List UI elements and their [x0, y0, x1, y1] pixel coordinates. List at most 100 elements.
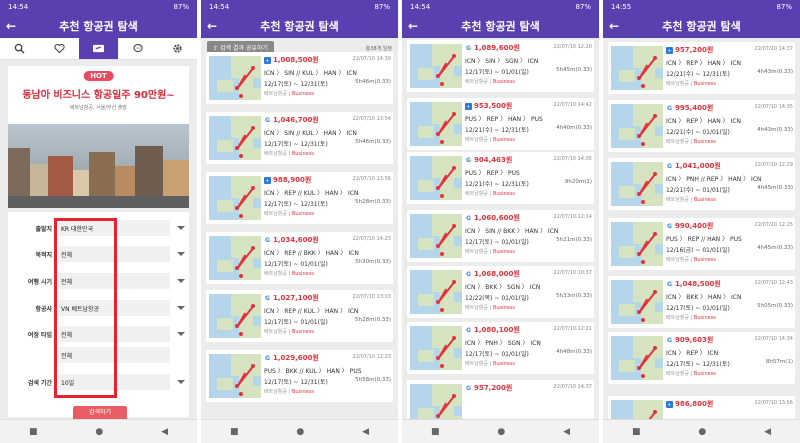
chevron-down-icon[interactable] [177, 380, 185, 384]
travel-dates: 12/21(수) ~ 01/01(일) [666, 187, 730, 194]
chevron-down-icon[interactable] [177, 279, 185, 283]
airline-row: 베트남항공 | Business [264, 150, 391, 157]
back-icon[interactable]: ← [408, 19, 422, 33]
back-icon[interactable]: ← [6, 19, 20, 33]
result-card[interactable]: ✈ 957,200원 22/07/10 14:37 ICN 〉 REP 〉 HAN 〉… [608, 42, 795, 94]
chevron-down-icon[interactable] [177, 332, 185, 336]
map-pin [637, 134, 641, 138]
google-logo-icon: G [667, 222, 672, 230]
card-info: G 957,200원 22/07/10 14:37 [465, 383, 592, 393]
result-card[interactable]: G 1,048,500원 22/07/10 12:43 ICN 〉 BKK 〉 HAN… [608, 276, 795, 328]
search-timestamp: 22/07/10 14:37 [754, 46, 793, 52]
result-card[interactable]: G 995,400원 22/07/10 14:35 ICN 〉 REP 〉 HAN 〉… [608, 100, 795, 152]
recent-apps-button[interactable]: ■ [431, 427, 440, 437]
recent-apps-button[interactable]: ■ [29, 427, 38, 437]
flight-duration: 5h46m(0.33) [355, 139, 391, 145]
card-info: G 1,029,600원 22/07/10 12:23 PUS 〉 BKK // KU… [264, 353, 391, 395]
airline-name: 베트남항공 [666, 315, 690, 321]
result-card[interactable]: ✈ 1,008,500원 22/07/10 14:39 ICN 〉 SIN // KU… [206, 52, 393, 104]
search-timestamp: 22/07/10 12:14 [553, 214, 592, 220]
travel-dates: 12/21(수) ~ 12/31(토) [666, 71, 730, 78]
home-button[interactable]: ● [95, 427, 103, 437]
status-time: 14:54 [410, 2, 431, 11]
map-land [446, 246, 462, 258]
map-land [619, 128, 635, 140]
page-title: 추천 항공권 탐색 [59, 19, 138, 33]
map-land [245, 208, 261, 220]
map-pin [637, 252, 641, 256]
route-text: ICN 〉 REP 〉 HAN 〉 ICN [666, 60, 742, 67]
cabin-class: Business [693, 139, 716, 145]
back-button[interactable]: ◀ [764, 427, 771, 437]
map-land [217, 318, 233, 330]
recent-apps-button[interactable]: ■ [230, 427, 239, 437]
route-text: ICN 〉 REP 〉 ICN [666, 350, 719, 357]
result-card[interactable]: G 990,400원 22/07/10 12:25 PUS 〉 REP // HAN … [608, 218, 795, 270]
back-icon[interactable]: ← [609, 19, 623, 33]
result-card[interactable]: G 1,089,600원 22/07/10 12:20 ICN 〉 SIN 〉 SGN… [407, 40, 594, 92]
home-button[interactable]: ● [296, 427, 304, 437]
result-card[interactable]: ✈ 953,500원 22/07/10 14:42 PUS 〉 REP 〉 HAN 〉… [407, 98, 594, 150]
tab-chat[interactable] [118, 38, 157, 59]
heart-icon [53, 43, 65, 54]
map-pin [251, 126, 255, 130]
travel-dates: 12/17(토) ~ 01/01(일) [465, 351, 529, 358]
result-card[interactable]: G 1,034,600원 22/07/10 14:23 ICN 〉 REP // BK… [206, 232, 393, 284]
route-text: ICN 〉 SIN // KUL 〉 HAN 〉 ICN [264, 130, 357, 137]
tab-settings[interactable] [158, 38, 197, 59]
result-card[interactable]: G 909,603원 22/07/10 14:34 ICN 〉 REP 〉 ICN 12… [608, 332, 795, 384]
cabin-class: Business [291, 91, 314, 97]
airline-name: 베트남항공 [666, 81, 690, 87]
home-button[interactable]: ● [497, 427, 505, 437]
page-title: 추천 항공권 탐색 [260, 19, 339, 33]
airline-row: 베트남항공 | Business [264, 388, 391, 395]
cabin-class: Business [492, 361, 515, 367]
result-card[interactable]: G 904,463원 22/07/10 14:05 PUS 〉 REP 〉 PUS 12… [407, 152, 594, 204]
map-pin [653, 232, 657, 236]
app-header: ← 추천 항공권 탐색 [402, 13, 599, 38]
airline-row: 베트남항공 | Business [465, 78, 592, 85]
cabin-class: Business [492, 249, 515, 255]
tab-search[interactable] [0, 38, 39, 59]
card-info: G 1,034,600원 22/07/10 14:23 ICN 〉 REP // BK… [264, 235, 391, 277]
map-land [446, 302, 462, 314]
result-card[interactable]: G 1,080,100원 22/07/10 12:21 ICN 〉 PNH 〉 SGN… [407, 322, 594, 374]
result-card[interactable]: G 1,041,000원 22/07/10 12:29 ICN 〉 PNH // RE… [608, 158, 795, 210]
map-pin [653, 290, 657, 294]
result-card[interactable]: G 1,060,600원 22/07/10 12:14 ICN 〉 SIN // BK… [407, 210, 594, 262]
tab-favorites[interactable] [39, 38, 78, 59]
airline-name: 베트남항공 [264, 271, 288, 277]
chevron-down-icon[interactable] [177, 226, 185, 230]
phone-screen-results-3: 14:55 87% ← 추천 항공권 탐색 ✈ 957,200원 22/07/10 1… [603, 0, 800, 443]
result-card[interactable]: G 1,068,000원 22/07/10 10:37 ICN 〉 BKK 〉 SGN… [407, 266, 594, 318]
chevron-down-icon[interactable] [177, 252, 185, 256]
map-pin [440, 308, 444, 312]
tab-tickets[interactable] [78, 38, 119, 59]
back-button[interactable]: ◀ [563, 427, 570, 437]
dates-row: 12/17(토) ~ 01/01(일) 5h21m(0.33) [465, 237, 592, 246]
map-land [446, 134, 462, 146]
google-logo-icon: G [265, 116, 270, 124]
route-map [611, 162, 663, 206]
result-card[interactable]: ✈ 988,900원 22/07/10 13:56 ICN 〉 REP // KUL … [206, 172, 393, 224]
back-icon[interactable]: ← [207, 19, 221, 33]
result-card[interactable]: G 1,046,700원 22/07/10 13:54 ICN 〉 SIN // KU… [206, 112, 393, 164]
travel-dates: 12/17(토) ~ 12/31(토) [264, 379, 328, 386]
map-pin [235, 86, 239, 90]
back-button[interactable]: ◀ [161, 427, 168, 437]
airline-row: 베트남항공 | Business [666, 314, 793, 321]
dates-row: 12/17(토) ~ 01/01(일) 5h28m(0.33) [264, 317, 391, 326]
price: 957,200원 [474, 384, 513, 392]
status-bar: 14:54 87% [402, 0, 599, 13]
promo-banner[interactable]: HOT 동남아 비즈니스 항공일주 90만원~ 베트남항공, 서울/부산 출발 [8, 66, 189, 208]
home-button[interactable]: ● [698, 427, 706, 437]
result-card[interactable]: G 1,029,600원 22/07/10 12:23 PUS 〉 BKK // KU… [206, 350, 393, 402]
chevron-down-icon[interactable] [177, 306, 185, 310]
route-map [611, 104, 663, 148]
android-nav-bar: ■ ● ◀ [0, 419, 197, 443]
back-button[interactable]: ◀ [362, 427, 369, 437]
search-button[interactable]: 검색하기 [73, 406, 127, 420]
recent-apps-button[interactable]: ■ [632, 427, 641, 437]
result-card[interactable]: G 1,027,100원 22/07/10 13:03 ICN 〉 REP // KU… [206, 290, 393, 342]
airline-name: 베트남항공 [465, 79, 489, 85]
